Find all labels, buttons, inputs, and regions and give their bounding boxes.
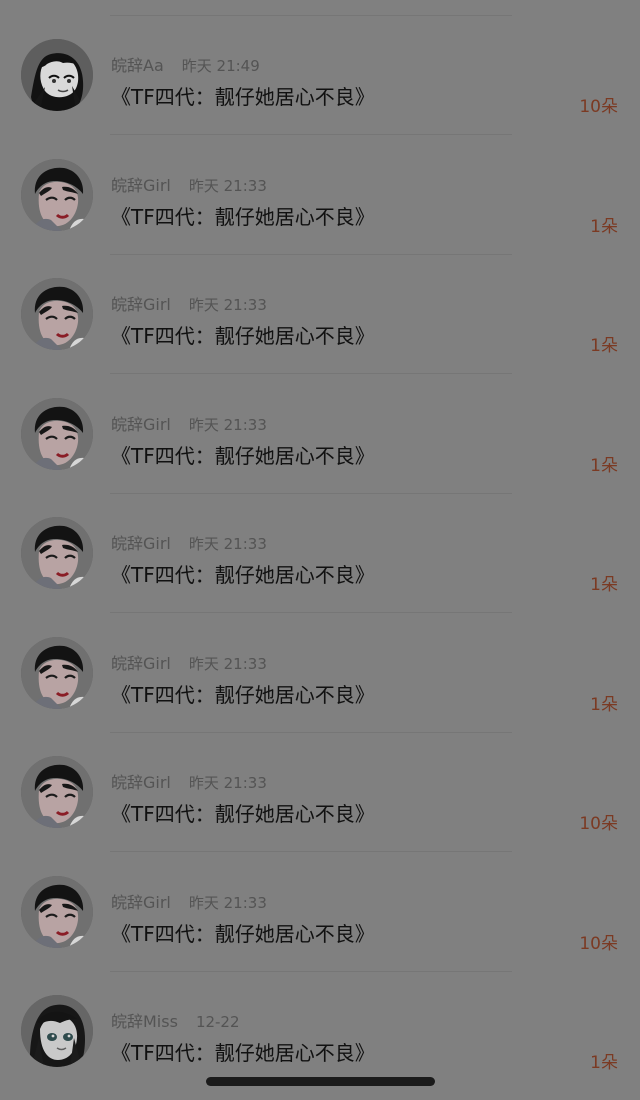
person-portrait-avatar-icon [21, 517, 93, 589]
person-portrait-avatar-icon [21, 876, 93, 948]
timestamp: 昨天 21:33 [188, 177, 267, 195]
list-item[interactable]: 皖辞Girl 昨天 21:33 《TF四代：靓仔她居心不良》 1朵 [0, 139, 640, 258]
gift-record-list: 皖辞Aa 昨天 21:49 《TF四代：靓仔她居心不良》 10朵 皖辞Girl … [0, 0, 640, 1100]
list-item[interactable]: 皖辞Girl 昨天 21:33 《TF四代：靓仔她居心不良》 1朵 [0, 617, 640, 736]
list-item[interactable]: 皖辞Girl 昨天 21:33 《TF四代：靓仔她居心不良》 1朵 [0, 378, 640, 497]
timestamp: 昨天 21:33 [188, 894, 267, 912]
username[interactable]: 皖辞Aa [111, 55, 164, 77]
book-title[interactable]: 《TF四代：靓仔她居心不良》 [111, 1039, 375, 1067]
item-meta: 皖辞Girl 昨天 21:33 [111, 175, 267, 197]
timestamp: 昨天 21:33 [188, 774, 267, 792]
person-portrait-avatar-icon [21, 278, 93, 350]
list-item[interactable]: 皖辞Girl 昨天 21:33 《TF四代：靓仔她居心不良》 1朵 [0, 258, 640, 377]
person-portrait-avatar-icon [21, 876, 93, 948]
row-divider [110, 612, 512, 613]
username[interactable]: 皖辞Girl [111, 533, 171, 555]
row-divider [110, 851, 512, 852]
book-title[interactable]: 《TF四代：靓仔她居心不良》 [111, 203, 375, 231]
person-portrait-avatar-icon [21, 517, 93, 589]
flower-count: 1朵 [590, 217, 618, 237]
list-item[interactable]: 皖辞Girl 昨天 21:33 《TF四代：靓仔她居心不良》 10朵 [0, 856, 640, 975]
anime-portrait-avatar-icon [21, 995, 93, 1067]
anime-portrait-avatar-icon [21, 995, 93, 1067]
anime-portrait-avatar-icon [21, 39, 93, 111]
flower-count: 1朵 [590, 336, 618, 356]
item-meta: 皖辞Girl 昨天 21:33 [111, 294, 267, 316]
flower-count: 1朵 [590, 456, 618, 476]
timestamp: 12-22 [195, 1013, 240, 1031]
book-title[interactable]: 《TF四代：靓仔她居心不良》 [111, 800, 375, 828]
row-divider [110, 134, 512, 135]
item-meta: 皖辞Aa 昨天 21:49 [111, 55, 260, 77]
person-portrait-avatar-icon [21, 398, 93, 470]
flower-count: 10朵 [579, 814, 618, 834]
book-title[interactable]: 《TF四代：靓仔她居心不良》 [111, 322, 375, 350]
username[interactable]: 皖辞Girl [111, 294, 171, 316]
username[interactable]: 皖辞Girl [111, 653, 171, 675]
flower-count: 1朵 [590, 695, 618, 715]
book-title[interactable]: 《TF四代：靓仔她居心不良》 [111, 681, 375, 709]
item-meta: 皖辞Girl 昨天 21:33 [111, 892, 267, 914]
book-title[interactable]: 《TF四代：靓仔她居心不良》 [111, 920, 375, 948]
anime-portrait-avatar-icon [21, 39, 93, 111]
timestamp: 昨天 21:33 [188, 535, 267, 553]
person-portrait-avatar-icon [21, 398, 93, 470]
person-portrait-avatar-icon [21, 637, 93, 709]
row-divider [110, 732, 512, 733]
row-divider [110, 254, 512, 255]
timestamp: 昨天 21:33 [188, 655, 267, 673]
person-portrait-avatar-icon [21, 278, 93, 350]
list-item[interactable]: 皖辞Girl 昨天 21:33 《TF四代：靓仔她居心不良》 10朵 [0, 736, 640, 855]
flower-count: 1朵 [590, 1053, 618, 1073]
list-item[interactable]: 皖辞Aa 昨天 21:49 《TF四代：靓仔她居心不良》 10朵 [0, 19, 640, 138]
item-meta: 皖辞Girl 昨天 21:33 [111, 772, 267, 794]
item-meta: 皖辞Girl 昨天 21:33 [111, 653, 267, 675]
timestamp: 昨天 21:33 [188, 296, 267, 314]
username[interactable]: 皖辞Girl [111, 892, 171, 914]
list-item[interactable]: 皖辞Girl 昨天 21:33 《TF四代：靓仔她居心不良》 1朵 [0, 497, 640, 616]
username[interactable]: 皖辞Girl [111, 414, 171, 436]
item-meta: 皖辞Miss 12-22 [111, 1011, 240, 1033]
timestamp: 昨天 21:49 [181, 57, 260, 75]
flower-count: 10朵 [579, 97, 618, 117]
item-meta: 皖辞Girl 昨天 21:33 [111, 533, 267, 555]
home-indicator-icon[interactable] [206, 1077, 435, 1086]
person-portrait-avatar-icon [21, 159, 93, 231]
notification-list-screen: 皖辞Aa 昨天 21:49 《TF四代：靓仔她居心不良》 10朵 皖辞Girl … [0, 0, 640, 1100]
username[interactable]: 皖辞Miss [111, 1011, 178, 1033]
flower-count: 1朵 [590, 575, 618, 595]
book-title[interactable]: 《TF四代：靓仔她居心不良》 [111, 561, 375, 589]
book-title[interactable]: 《TF四代：靓仔她居心不良》 [111, 83, 375, 111]
person-portrait-avatar-icon [21, 756, 93, 828]
flower-count: 10朵 [579, 934, 618, 954]
username[interactable]: 皖辞Girl [111, 175, 171, 197]
row-divider [110, 493, 512, 494]
person-portrait-avatar-icon [21, 756, 93, 828]
book-title[interactable]: 《TF四代：靓仔她居心不良》 [111, 442, 375, 470]
timestamp: 昨天 21:33 [188, 416, 267, 434]
person-portrait-avatar-icon [21, 637, 93, 709]
row-divider [110, 971, 512, 972]
item-meta: 皖辞Girl 昨天 21:33 [111, 414, 267, 436]
person-portrait-avatar-icon [21, 159, 93, 231]
row-divider [110, 373, 512, 374]
username[interactable]: 皖辞Girl [111, 772, 171, 794]
